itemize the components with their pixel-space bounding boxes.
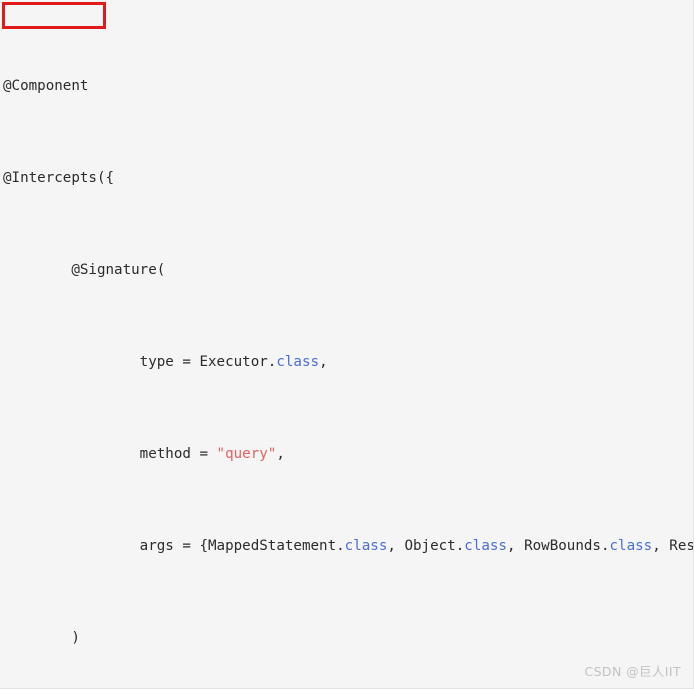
code-line: @Intercepts({	[3, 170, 115, 186]
code-line: )	[3, 630, 80, 646]
code-line: args = {MappedStatement.class, Object.cl…	[3, 538, 693, 554]
code-line: @Component	[3, 78, 89, 94]
java-code-block[interactable]: @Component @Intercepts({ @Signature( typ…	[0, 0, 693, 688]
code-line: @Signature(	[71, 262, 166, 278]
code-line: method = "query",	[3, 446, 285, 462]
watermark-text: CSDN @巨人IIT	[584, 664, 681, 679]
code-screenshot: @Component @Intercepts({ @Signature( typ…	[0, 0, 694, 689]
code-line: type = Executor.class,	[3, 354, 328, 370]
